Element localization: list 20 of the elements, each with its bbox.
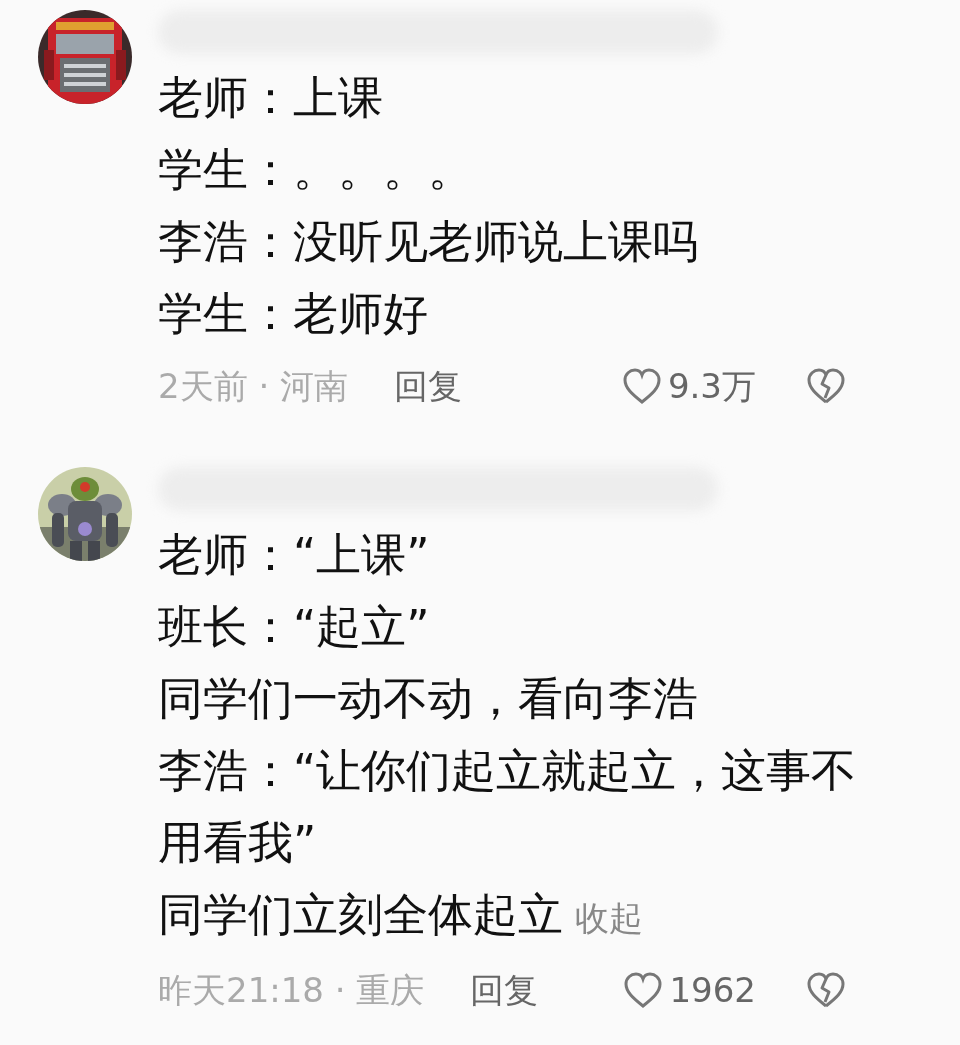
reply-link[interactable]: 回复 — [470, 964, 539, 1016]
broken-heart-icon[interactable] — [806, 366, 846, 406]
collapse-link[interactable]: 收起 — [575, 898, 643, 938]
comment-line: 老师：“上课” — [158, 527, 431, 583]
comment-meta: 2天前 · 河南 — [158, 364, 349, 408]
heart-icon[interactable] — [623, 970, 664, 1010]
heart-icon[interactable] — [621, 366, 662, 406]
comment-line: 李浩：没听见老师说上课吗 — [158, 214, 699, 270]
comment-line: 学生：老师好 — [158, 286, 429, 342]
comment-line: 老师：上课 — [158, 70, 384, 126]
reply-link[interactable]: 回复 — [394, 360, 463, 412]
comment-line: 李浩：“让你们起立就起立，这事不用看我” — [158, 743, 858, 871]
comment-line: 同学们立刻全体起立 — [158, 888, 563, 941]
like-count: 9.3万 — [667, 364, 756, 408]
broken-heart-icon[interactable] — [806, 970, 846, 1010]
comment-line: 班长：“起立” — [158, 599, 431, 655]
comment-meta: 昨天21:18 · 重庆 — [158, 968, 425, 1012]
comment-line: 学生：。。。。 — [158, 142, 474, 198]
comment-line: 同学们一动不动，看向李浩 — [158, 671, 699, 727]
like-count: 1962 — [669, 968, 756, 1012]
